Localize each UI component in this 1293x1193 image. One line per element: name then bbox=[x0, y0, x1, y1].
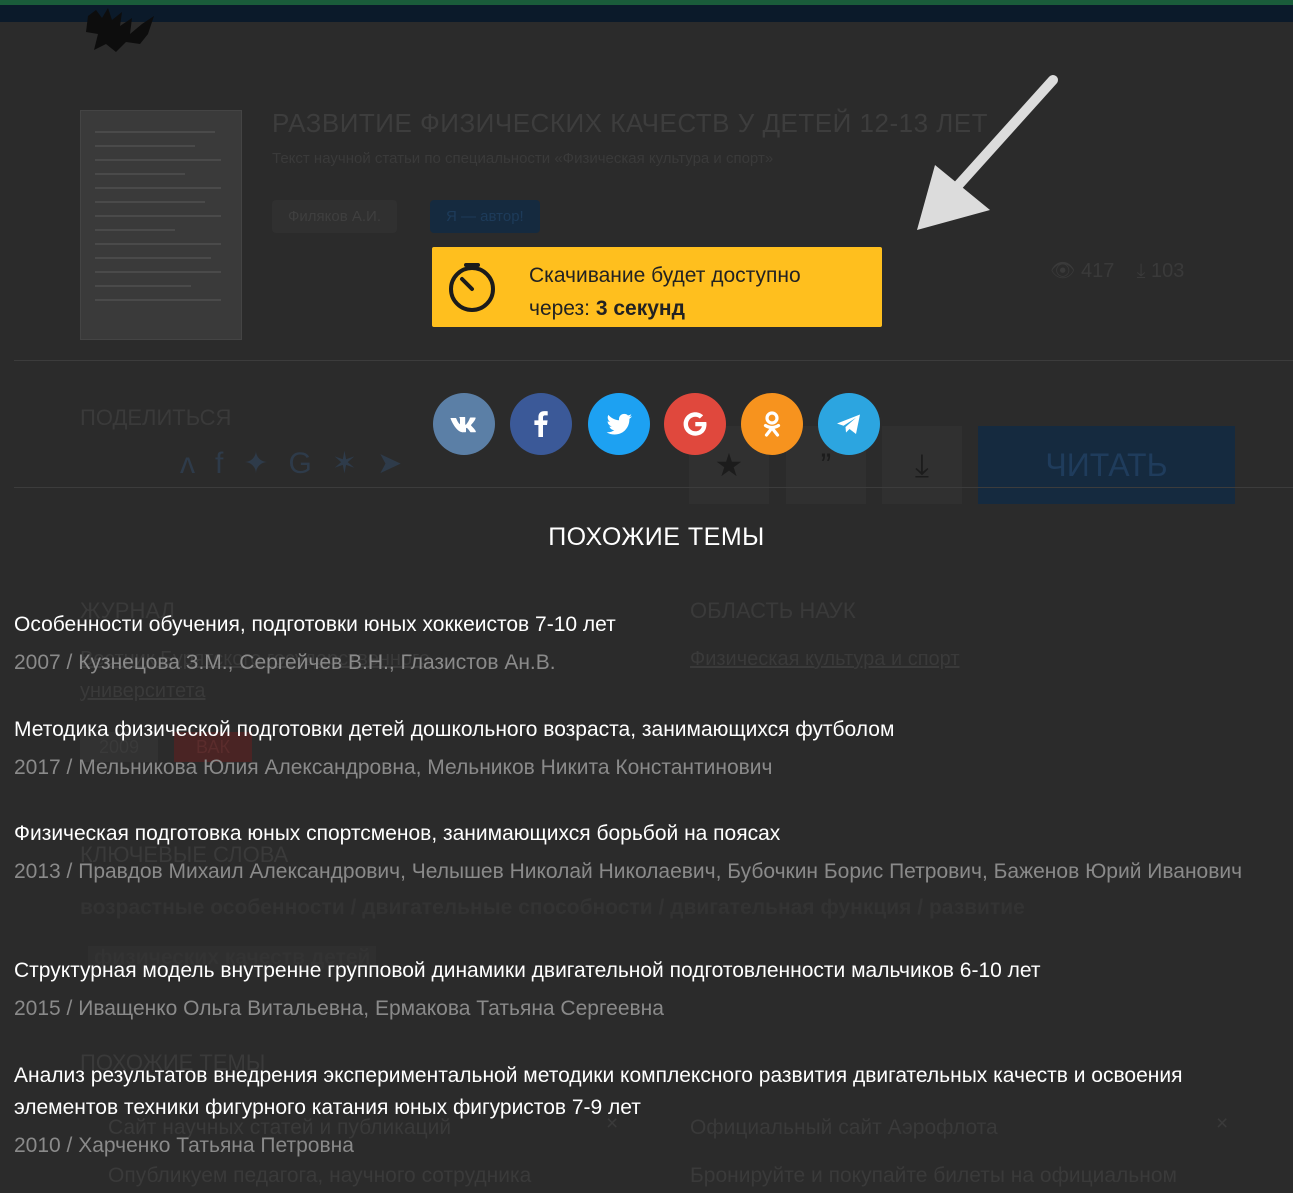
similar-item-meta: 2017 / Мельникова Юлия Александровна, Ме… bbox=[14, 756, 773, 779]
similar-item-title[interactable]: Анализ результатов внедрения эксперимент… bbox=[14, 1060, 1264, 1124]
download-small-icon: ⤓ bbox=[1136, 260, 1146, 282]
vk-icon bbox=[450, 417, 476, 433]
share-facebook-button[interactable] bbox=[510, 393, 572, 455]
countdown-seconds: 3 секунд bbox=[595, 297, 685, 320]
odnoklassniki-icon bbox=[763, 411, 781, 437]
pointer-arrow-icon bbox=[917, 75, 1058, 230]
similar-item[interactable]: Анализ результатов внедрения эксперимент… bbox=[14, 1060, 1264, 1162]
download-countdown-banner: Скачивание будет доступно через: 3 секун… bbox=[432, 247, 882, 327]
star-icon: ★ bbox=[714, 447, 744, 483]
countdown-prefix: через: bbox=[529, 297, 596, 320]
divider bbox=[14, 487, 1293, 488]
ad1-text: Опубликуем педагога, научного сотрудника bbox=[108, 1164, 532, 1187]
share-telegram-button[interactable] bbox=[818, 393, 880, 455]
similar-topics-heading: ПОХОЖИЕ ТЕМЫ bbox=[548, 523, 765, 551]
eye-icon: 👁 bbox=[1050, 260, 1076, 282]
share-twitter-button[interactable] bbox=[588, 393, 650, 455]
similar-item-meta: 2015 / Иващенко Ольга Витальевна, Ермако… bbox=[14, 997, 664, 1020]
twitter-icon bbox=[606, 413, 632, 435]
vk-share-icon[interactable]: ʌ bbox=[180, 447, 215, 480]
facebook-icon bbox=[534, 411, 548, 437]
g-share-icon[interactable]: G bbox=[288, 447, 331, 480]
read-button[interactable]: ЧИТАТЬ bbox=[978, 426, 1235, 504]
share-google-button[interactable] bbox=[664, 393, 726, 455]
downloads-count: 103 bbox=[1150, 260, 1185, 282]
similar-item[interactable]: Физическая подготовка юных спортсменов, … bbox=[14, 818, 1264, 888]
tw-share-icon[interactable]: ✦ bbox=[243, 447, 288, 480]
ad2-text: Бронируйте и покупайте билеты на официал… bbox=[690, 1164, 1177, 1187]
author-chip[interactable]: Филяков А.И. bbox=[272, 200, 397, 233]
similar-item-meta: 2007 / Кузнецова З.М., Сергейчев В.Н., Г… bbox=[14, 651, 556, 674]
similar-item-title[interactable]: Особенности обучения, подготовки юных хо… bbox=[14, 609, 1264, 641]
ok-share-icon[interactable]: ✶ bbox=[332, 447, 377, 480]
share-icons-row: ʌf✦G✶➤ bbox=[180, 446, 422, 481]
countdown-line1: Скачивание будет доступно bbox=[529, 264, 801, 287]
similar-item-meta: 2013 / Правдов Михаил Александрович, Чел… bbox=[14, 860, 1243, 883]
countdown-line2: через: 3 секунд bbox=[529, 292, 869, 325]
telegram-icon bbox=[837, 414, 860, 434]
similar-item[interactable]: Особенности обучения, подготовки юных хо… bbox=[14, 609, 1264, 679]
i-am-author-button[interactable]: Я — автор! bbox=[430, 200, 540, 233]
share-vk-button[interactable] bbox=[433, 393, 495, 455]
article-stats: 👁 417 ⤓ 103 bbox=[1050, 258, 1184, 283]
similar-item-title[interactable]: Методика физической подготовки детей дош… bbox=[14, 714, 1264, 746]
similar-item-title[interactable]: Структурная модель внутренне групповой д… bbox=[14, 955, 1264, 987]
tg-share-icon[interactable]: ➤ bbox=[377, 447, 422, 480]
journal-name-line2[interactable]: университета bbox=[80, 680, 206, 703]
timer-icon bbox=[449, 263, 495, 312]
article-subtitle: Текст научной статьи по специальности «Ф… bbox=[272, 150, 774, 167]
similar-item-title[interactable]: Физическая подготовка юных спортсменов, … bbox=[14, 818, 1264, 850]
similar-item[interactable]: Структурная модель внутренне групповой д… bbox=[14, 955, 1264, 1025]
article-cover-thumbnail bbox=[80, 110, 242, 340]
divider bbox=[14, 360, 1293, 361]
similar-item[interactable]: Методика физической подготовки детей дош… bbox=[14, 714, 1264, 784]
download-button[interactable]: ⤓ bbox=[882, 426, 962, 504]
share-odnoklassniki-button[interactable] bbox=[741, 393, 803, 455]
article-title: РАЗВИТИЕ ФИЗИЧЕСКИХ КАЧЕСТВ У ДЕТЕЙ 12-1… bbox=[272, 108, 989, 138]
keywords-list[interactable]: возрастные особенности / двигательные сп… bbox=[80, 896, 1025, 920]
google-icon bbox=[683, 412, 707, 436]
share-label: ПОДЕЛИТЬСЯ bbox=[80, 405, 232, 430]
top-navigation-bar bbox=[0, 0, 1293, 22]
download-icon: ⤓ bbox=[914, 447, 930, 483]
fb-share-icon[interactable]: f bbox=[215, 447, 243, 480]
views-count: 417 bbox=[1080, 260, 1115, 282]
quote-icon: ” bbox=[820, 447, 832, 483]
site-logo-icon bbox=[86, 8, 154, 52]
similar-item-meta: 2010 / Харченко Татьяна Петровна bbox=[14, 1134, 354, 1157]
countdown-text: Скачивание будет доступно через: 3 секун… bbox=[529, 259, 869, 325]
